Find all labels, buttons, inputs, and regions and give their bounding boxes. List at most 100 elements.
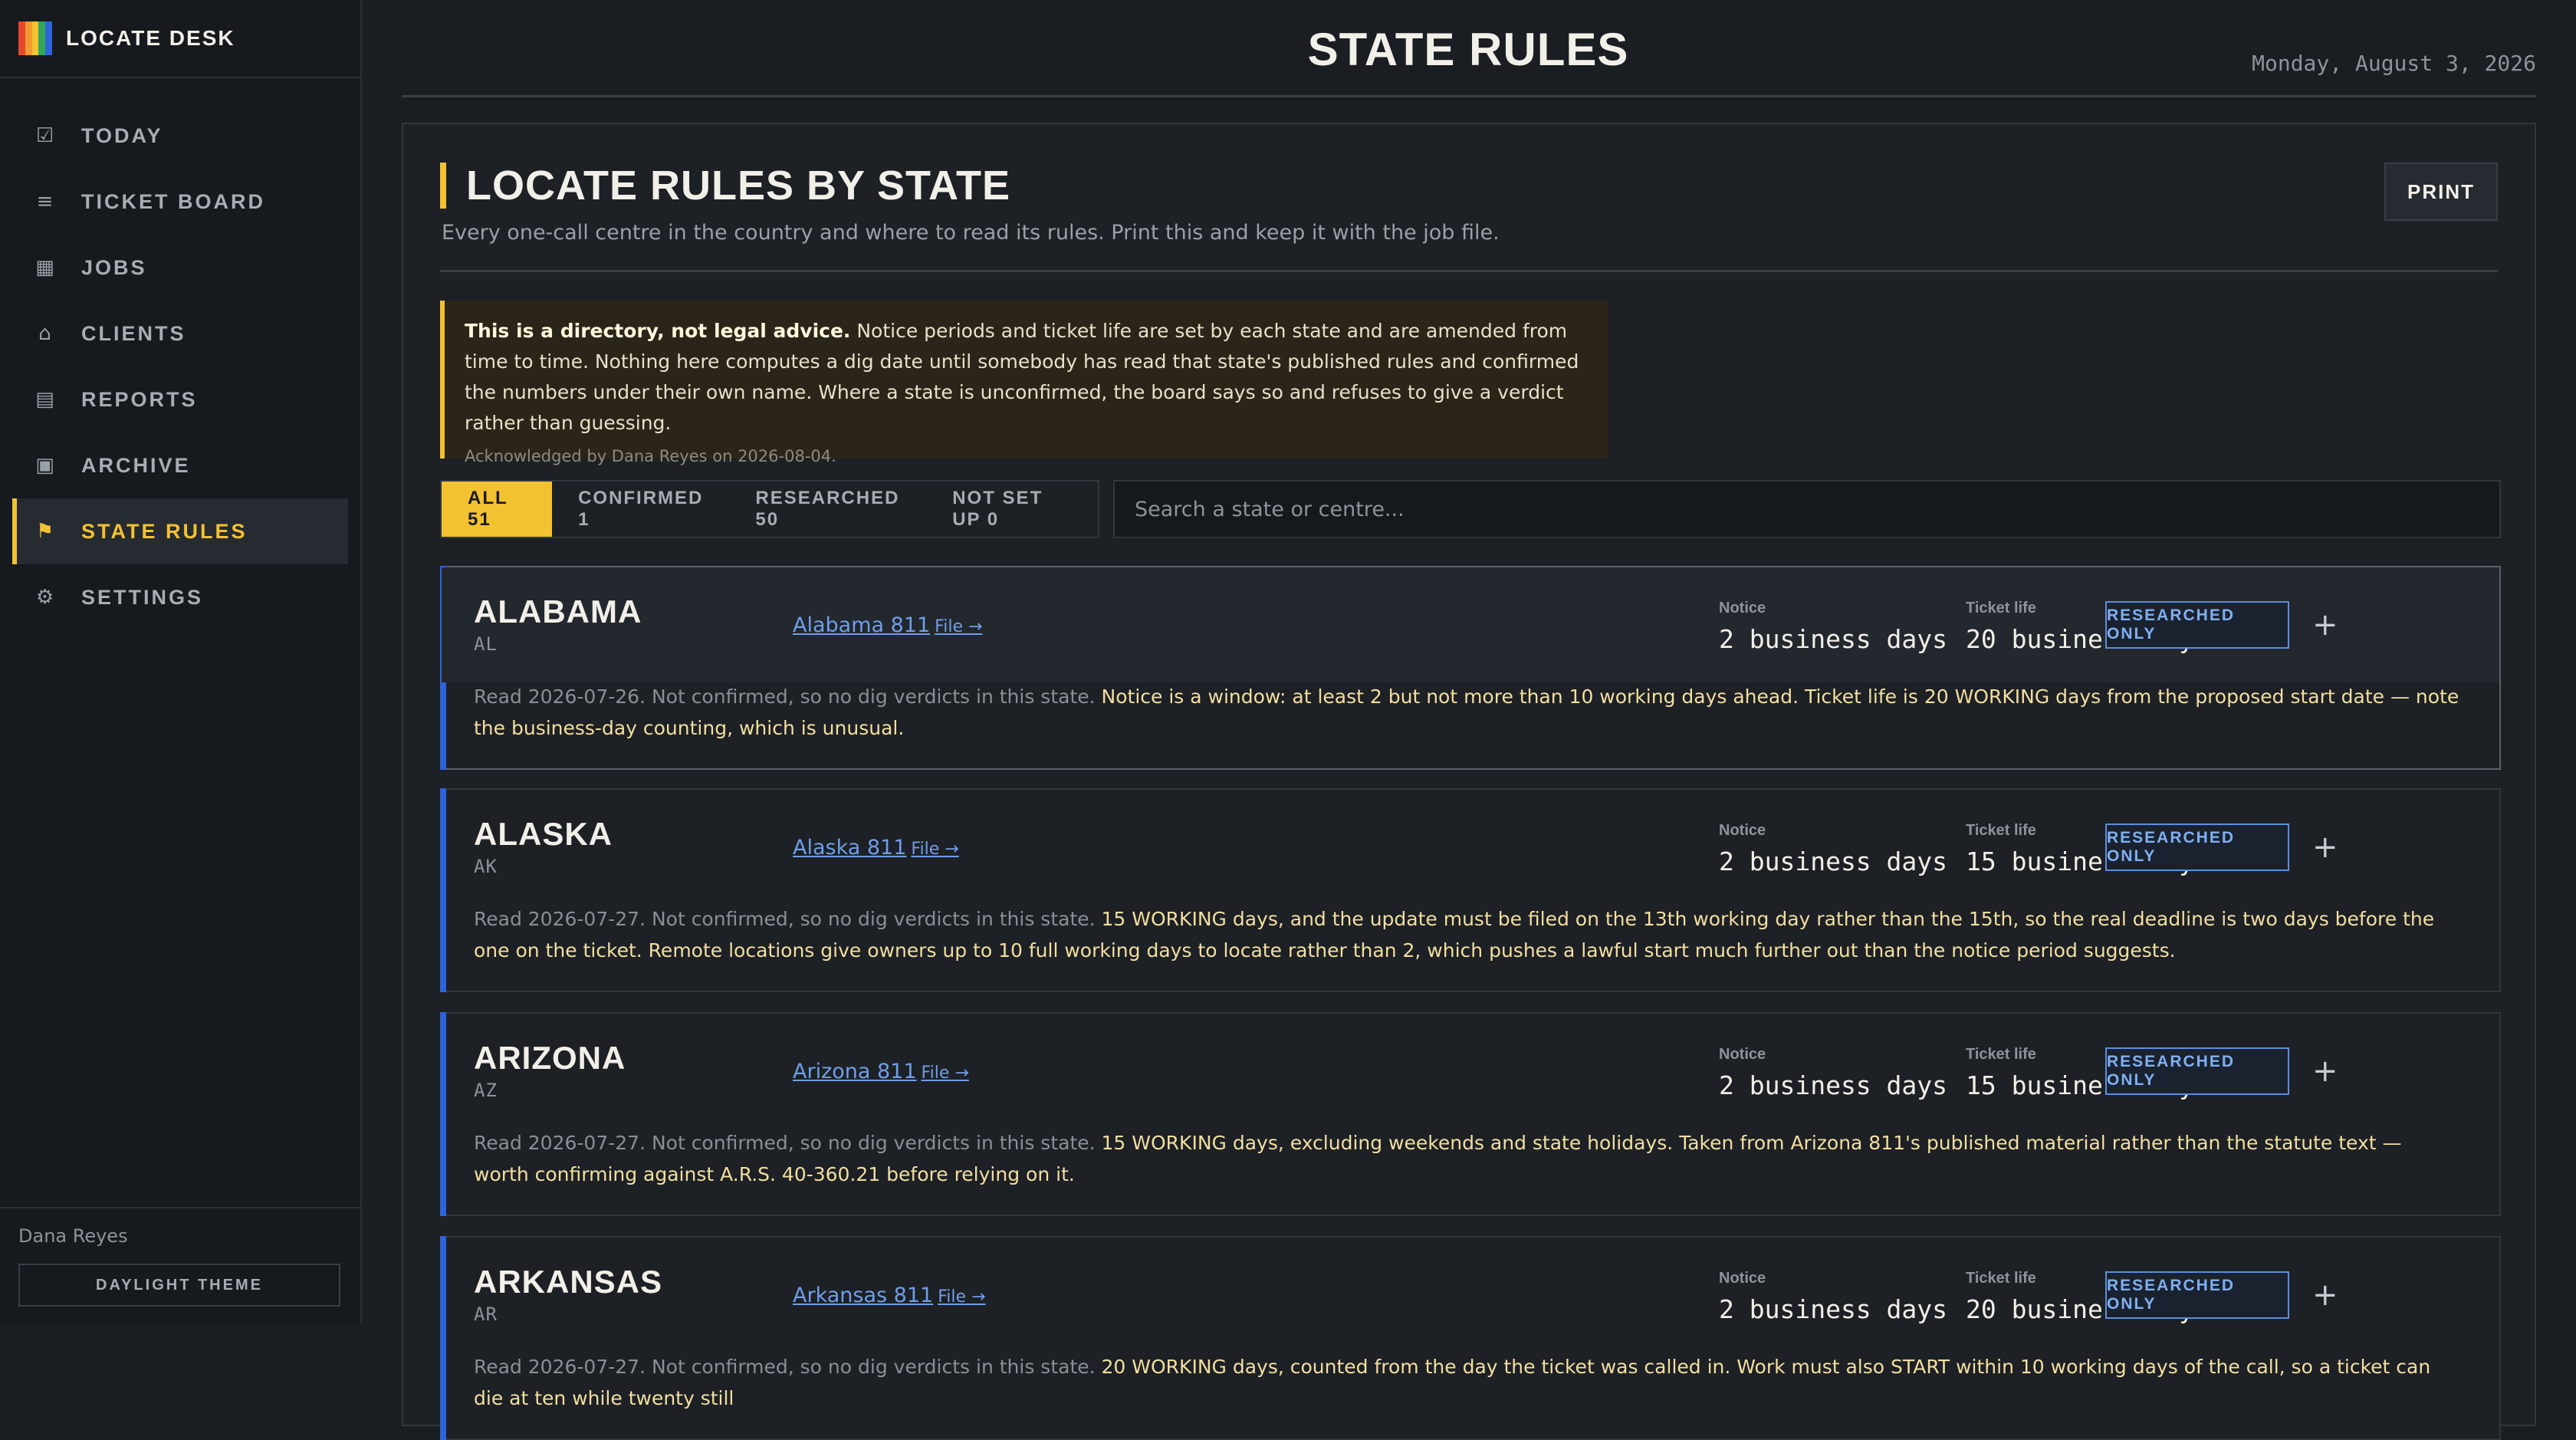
panel-title: LOCATE RULES BY STATE [440, 163, 1010, 209]
list-icon: ≡ [36, 190, 56, 213]
file-link[interactable]: File → [911, 840, 958, 859]
logo-stripe-2 [25, 21, 32, 55]
status-badge: RESEARCHED ONLY [2105, 824, 2289, 871]
notice-value: 2 business days [1719, 1294, 1948, 1324]
file-link[interactable]: File → [922, 1064, 969, 1083]
sidebar-item-label: TICKET BOARD [81, 189, 265, 213]
disclaimer-notice: This is a directory, not legal advice. N… [440, 301, 1608, 465]
state-abbreviation: AL [474, 633, 498, 655]
ticket-life-label: Ticket life [1966, 1270, 2036, 1287]
sidebar-item-state-rules[interactable]: ⚑ STATE RULES [12, 498, 348, 564]
sidebar-item-label: CLIENTS [81, 321, 186, 345]
state-card-alabama[interactable]: ALABAMA AL Alabama 811 File → Notice 2 bu… [440, 566, 2501, 770]
page-title: STATE RULES [1307, 24, 1629, 75]
logo-stripe-3 [31, 21, 39, 55]
home-icon: ⌂ [38, 322, 54, 345]
sidebar-item-today[interactable]: ☑ TODAY [0, 103, 348, 169]
centre-link[interactable]: Arizona 811 File → [793, 1060, 969, 1083]
state-name: ARKANSAS [474, 1264, 663, 1300]
state-card-header[interactable]: ALABAMA AL Alabama 811 File → Notice 2 bu… [442, 567, 2499, 682]
centre-name: Arkansas 811 [793, 1284, 934, 1307]
state-card-header[interactable]: ARIZONA AZ Arizona 811 File → Notice 2 bu… [442, 1014, 2499, 1129]
state-abbreviation: AR [474, 1304, 498, 1325]
logo-stripe-4 [38, 21, 46, 55]
panel-subtitle: Every one-call centre in the country and… [442, 221, 1500, 245]
notice-label: Notice [1719, 600, 1766, 616]
flag-icon: ⚑ [35, 520, 57, 543]
logo-stripe-1 [18, 21, 25, 55]
filter-not-set-up[interactable]: NOT SET UP 0 [926, 482, 1098, 537]
ticket-life-label: Ticket life [1966, 600, 2036, 616]
search-box [1113, 480, 2501, 538]
sidebar-item-settings[interactable]: ⚙ SETTINGS [0, 564, 348, 630]
state-note: Read 2026-07-27. Not confirmed, so no di… [474, 1351, 2463, 1414]
gear-icon: ⚙ [35, 586, 57, 609]
sidebar-item-archive[interactable]: ▣ ARCHIVE [0, 432, 348, 498]
expand-icon[interactable]: + [2312, 828, 2338, 866]
ticket-life-label: Ticket life [1966, 822, 2036, 839]
panel-divider [440, 270, 2498, 272]
state-abbreviation: AZ [474, 1080, 498, 1101]
sidebar-item-label: REPORTS [81, 387, 198, 411]
logo-stripe-5 [45, 21, 52, 55]
centre-link[interactable]: Arkansas 811 File → [793, 1284, 985, 1307]
state-card-header[interactable]: ALASKA AK Alaska 811 File → Notice 2 busi… [442, 790, 2499, 905]
sidebar-item-ticket-board[interactable]: ≡ TICKET BOARD [0, 169, 348, 235]
app-logo [18, 21, 52, 55]
expand-icon[interactable]: + [2312, 1052, 2338, 1090]
expand-icon[interactable]: + [2312, 606, 2338, 644]
sidebar-item-reports[interactable]: ▤ REPORTS [0, 367, 348, 432]
centre-link[interactable]: Alabama 811 File → [793, 613, 982, 637]
state-card-header[interactable]: ARKANSAS AR Arkansas 811 File → Notice 2 … [442, 1238, 2499, 1353]
disclaimer-bold: This is a directory, not legal advice. [465, 320, 851, 342]
print-button[interactable]: PRINT [2384, 163, 2498, 221]
state-abbreviation: AK [474, 856, 498, 877]
centre-name: Arizona 811 [793, 1060, 917, 1083]
file-link[interactable]: File → [938, 1287, 985, 1307]
state-card-arizona[interactable]: ARIZONA AZ Arizona 811 File → Notice 2 bu… [440, 1012, 2501, 1216]
notice-label: Notice [1719, 1046, 1766, 1063]
brand[interactable]: LOCATE DESK [0, 0, 360, 78]
state-card-arkansas[interactable]: ARKANSAS AR Arkansas 811 File → Notice 2 … [440, 1236, 2501, 1440]
state-name: ALASKA [474, 816, 613, 852]
read-note: Read 2026-07-26. Not confirmed, so no di… [474, 685, 1096, 708]
notice-value: 2 business days [1719, 1070, 1948, 1100]
status-filter-tabs: ALL 51 CONFIRMED 1 RESEARCHED 50 NOT SET… [440, 480, 1099, 538]
state-name: ARIZONA [474, 1040, 626, 1076]
filter-all[interactable]: ALL 51 [442, 482, 553, 537]
sidebar-footer: Dana Reyes DAYLIGHT THEME [0, 1207, 360, 1323]
disclaimer-acknowledgement: Acknowledged by Dana Reyes on 2026-08-04… [465, 447, 836, 465]
expand-icon[interactable]: + [2312, 1276, 2338, 1314]
app-name: LOCATE DESK [66, 26, 235, 50]
centre-link[interactable]: Alaska 811 File → [793, 836, 959, 860]
current-date: Monday, August 3, 2026 [2252, 51, 2536, 76]
status-badge: RESEARCHED ONLY [2105, 601, 2289, 649]
filter-researched[interactable]: RESEARCHED 50 [729, 482, 926, 537]
state-note: Read 2026-07-27. Not confirmed, so no di… [474, 903, 2463, 966]
search-input[interactable] [1133, 496, 2499, 522]
sidebar-item-label: SETTINGS [81, 585, 204, 609]
notice-value: 2 business days [1719, 847, 1948, 876]
read-note: Read 2026-07-27. Not confirmed, so no di… [474, 1132, 1096, 1154]
daylight-theme-button[interactable]: DAYLIGHT THEME [18, 1264, 340, 1307]
grid-icon: ▦ [35, 256, 57, 279]
sidebar-item-clients[interactable]: ⌂ CLIENTS [0, 301, 348, 367]
read-note: Read 2026-07-27. Not confirmed, so no di… [474, 1356, 1096, 1378]
notice-value: 2 business days [1719, 624, 1948, 654]
report-icon: ▤ [35, 388, 57, 411]
file-link[interactable]: File → [935, 617, 982, 636]
sidebar-item-label: JOBS [81, 255, 147, 279]
filter-confirmed[interactable]: CONFIRMED 1 [552, 482, 729, 537]
archive-icon: ▣ [35, 454, 57, 477]
notice-label: Notice [1719, 1270, 1766, 1287]
sidebar-item-label: TODAY [81, 123, 163, 147]
state-rules-panel: LOCATE RULES BY STATE PRINT Every one-ca… [402, 123, 2536, 1440]
state-card-alaska[interactable]: ALASKA AK Alaska 811 File → Notice 2 busi… [440, 788, 2501, 992]
sidebar-nav: ☑ TODAY ≡ TICKET BOARD ▦ JOBS ⌂ CLIENTS … [0, 78, 360, 630]
read-note: Read 2026-07-27. Not confirmed, so no di… [474, 908, 1096, 930]
state-note: Read 2026-07-26. Not confirmed, so no di… [474, 681, 2463, 744]
sidebar-item-jobs[interactable]: ▦ JOBS [0, 235, 348, 301]
state-name: ALABAMA [474, 593, 642, 630]
notice-label: Notice [1719, 822, 1766, 839]
sidebar-item-label: ARCHIVE [81, 453, 191, 477]
